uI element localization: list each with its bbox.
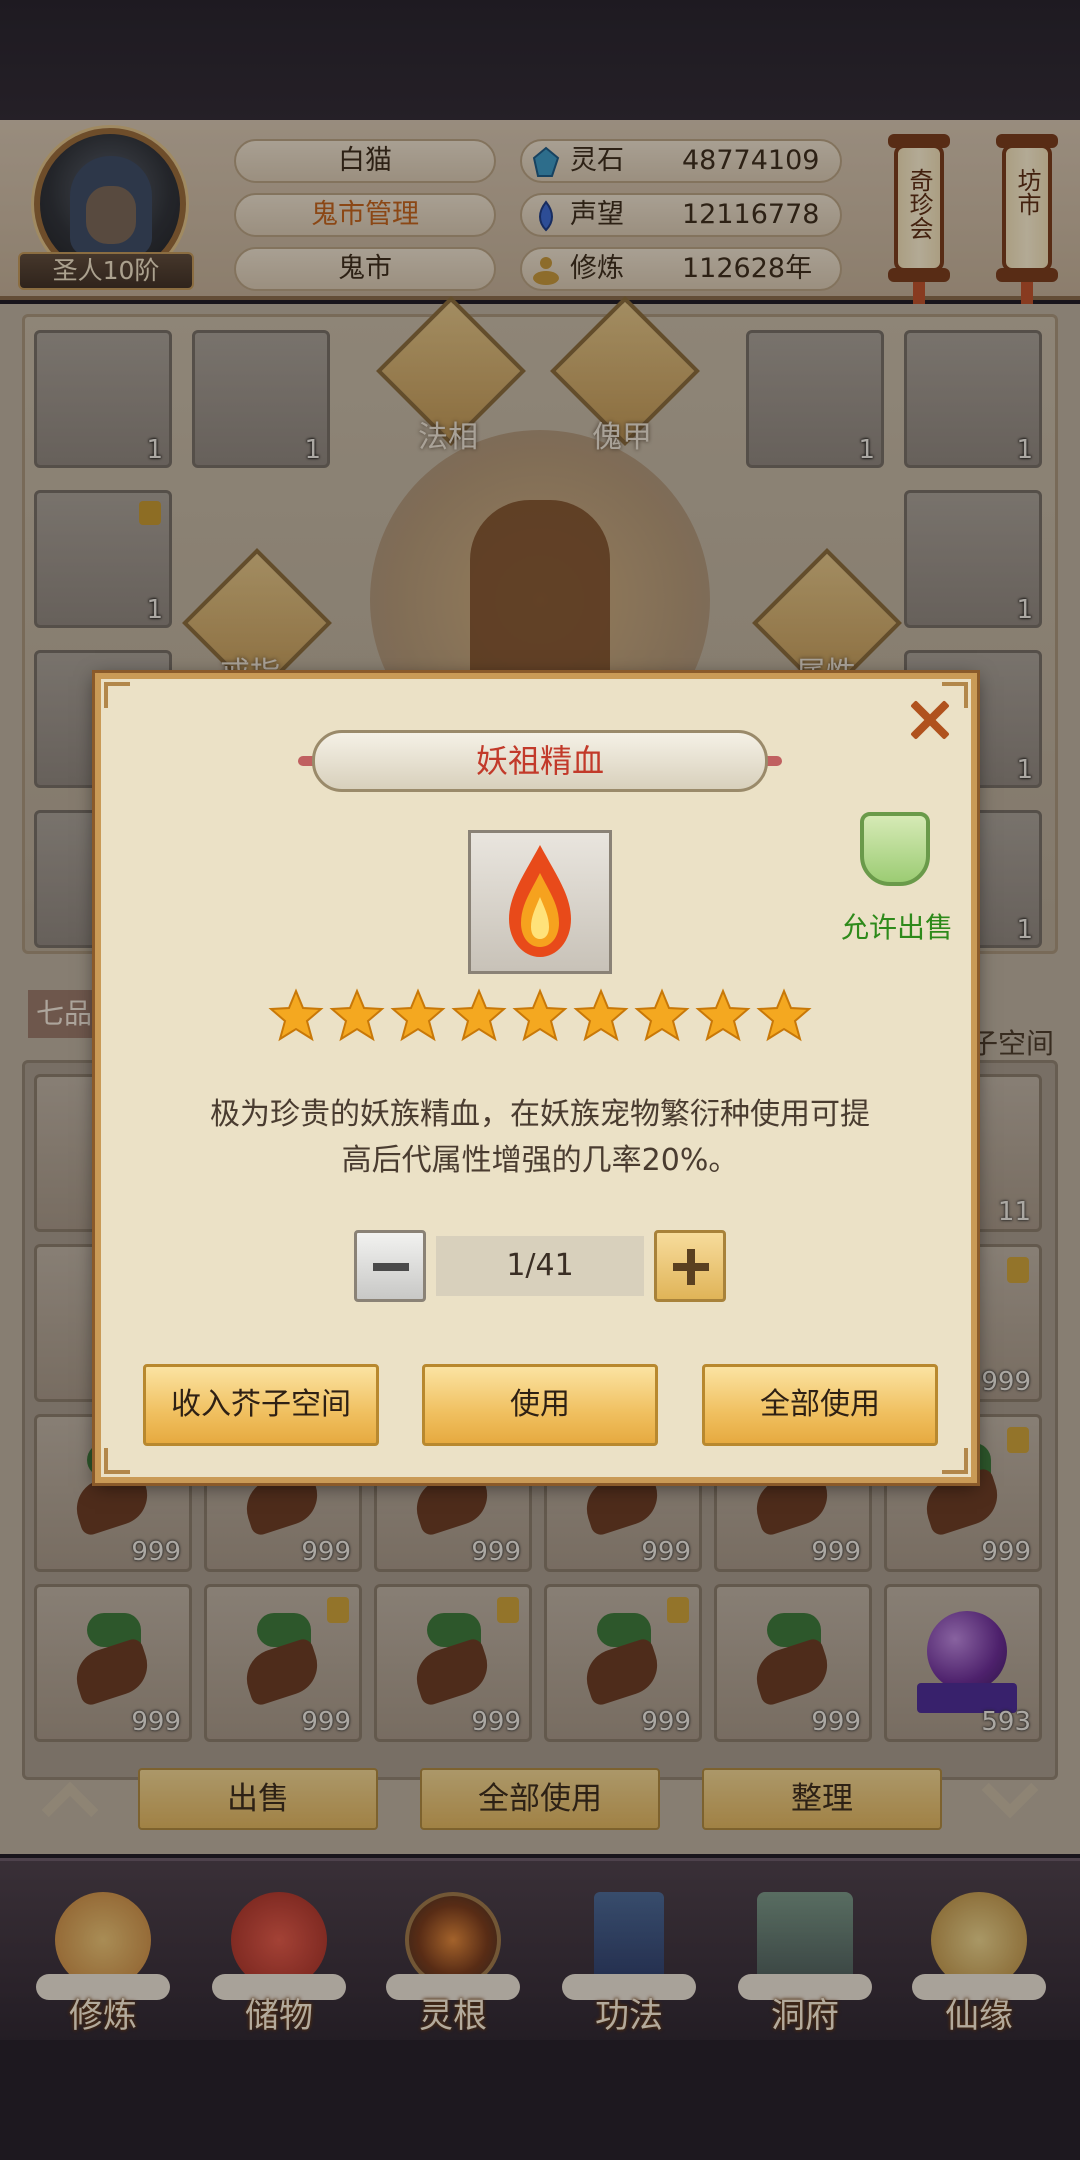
star-icon	[329, 988, 385, 1042]
increase-quantity-button[interactable]	[654, 1230, 726, 1302]
item-icon-frame	[468, 830, 612, 974]
description-line: 极为珍贵的妖族精血，在妖族宠物繁衍种使用可提	[210, 1097, 870, 1132]
sellable-label: 允许出售	[840, 911, 953, 944]
star-icon	[695, 988, 751, 1042]
use-button[interactable]: 使用	[422, 1364, 658, 1446]
description-line: 高后代属性增强的几率20%。	[341, 1143, 739, 1178]
star-icon	[756, 988, 812, 1042]
item-description: 极为珍贵的妖族精血，在妖族宠物繁衍种使用可提 高后代属性增强的几率20%。	[140, 1092, 940, 1184]
use-all-modal-button[interactable]: 全部使用	[702, 1364, 938, 1446]
close-icon[interactable]	[904, 694, 956, 746]
star-icon	[573, 988, 629, 1042]
quantity-display: 1/41	[436, 1236, 644, 1296]
star-icon	[634, 988, 690, 1042]
decrease-quantity-button[interactable]	[354, 1230, 426, 1302]
item-title-banner: 妖祖精血	[312, 730, 768, 792]
item-title: 妖祖精血	[475, 742, 604, 780]
star-rating	[268, 988, 814, 1048]
blood-drop-flame-icon	[509, 845, 571, 957]
item-detail-modal	[95, 673, 977, 1483]
star-icon	[512, 988, 568, 1042]
store-in-mustard-space-button[interactable]: 收入芥子空间	[143, 1364, 379, 1446]
sellable-lock-icon	[860, 812, 930, 886]
star-icon	[268, 988, 324, 1042]
star-icon	[451, 988, 507, 1042]
star-icon	[390, 988, 446, 1042]
